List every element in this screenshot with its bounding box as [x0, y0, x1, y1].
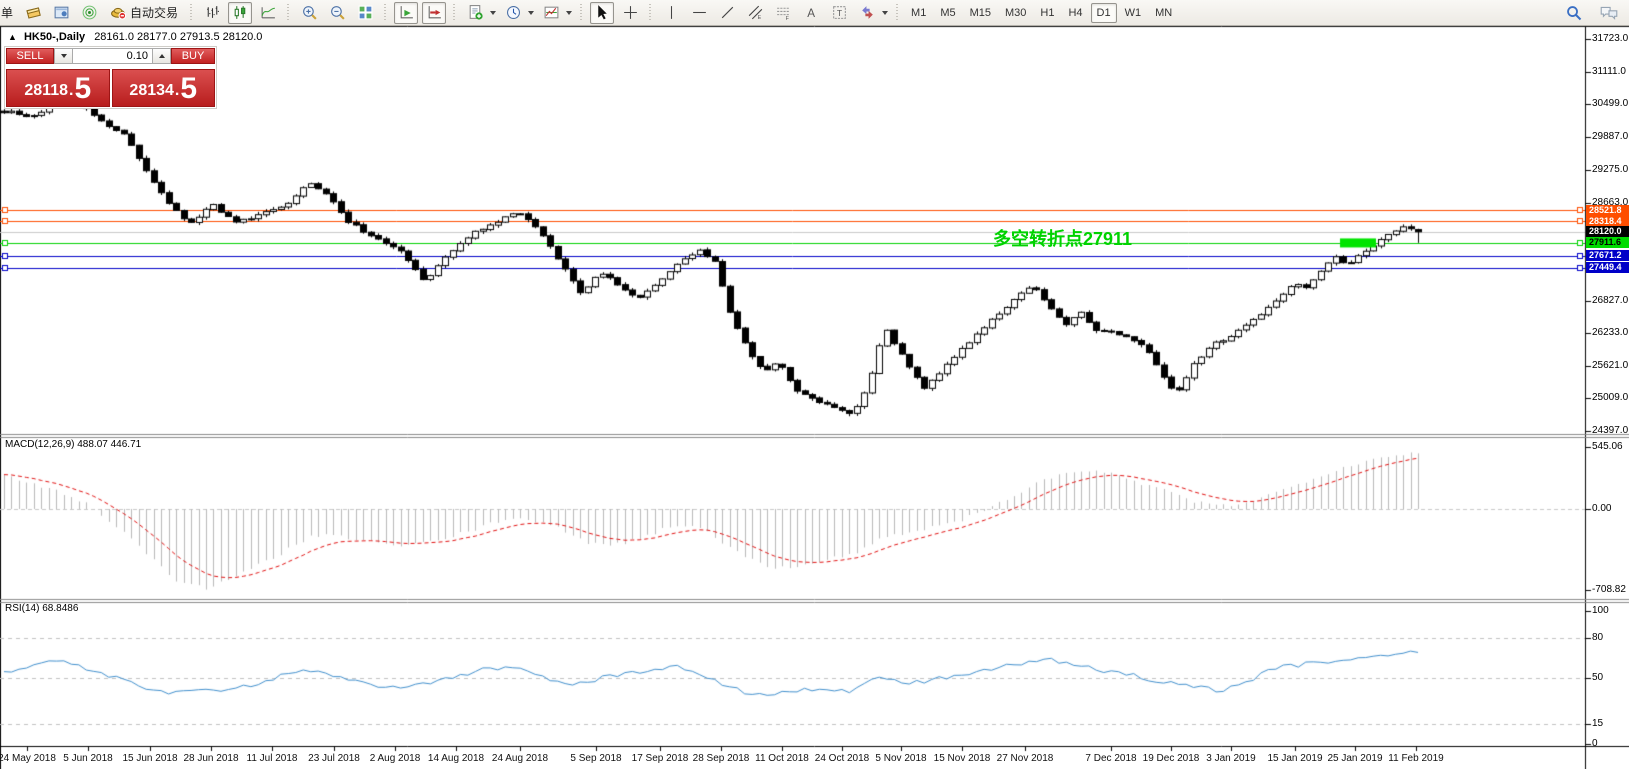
toolbar: 单 自动交易 E F A T M1 M5 M15 M30 H1 H4 D1 W1… — [0, 0, 1629, 26]
auto-scroll-icon[interactable] — [394, 1, 419, 24]
chevron-down-icon[interactable] — [528, 10, 535, 15]
navigator-icon[interactable] — [49, 2, 73, 24]
svg-text:F: F — [785, 16, 789, 21]
chart-ohlc-title: ▲ HK50-,Daily 28161.0 28177.0 27913.5 28… — [8, 31, 262, 43]
triangle-down-icon — [60, 54, 67, 58]
timeframe-h4[interactable]: H4 — [1062, 3, 1088, 23]
autotrading-label: 自动交易 — [130, 6, 179, 20]
new-order-button[interactable]: 单 — [1, 4, 13, 21]
sell-button[interactable]: SELL — [6, 48, 54, 64]
text-label-icon[interactable]: T — [827, 2, 851, 24]
toolbar-grip[interactable] — [383, 3, 389, 22]
order-row: SELL BUY — [6, 48, 215, 64]
chart-shift-icon[interactable] — [422, 1, 447, 24]
toolbar-grip[interactable] — [452, 3, 458, 22]
chevron-down-icon[interactable] — [566, 10, 573, 15]
indicators-add-icon[interactable] — [463, 2, 487, 24]
one-click-trading-panel: SELL BUY 28118.5 28134.5 — [4, 46, 217, 109]
timeframe-w1[interactable]: W1 — [1119, 3, 1148, 23]
sell-price-main: 28118 — [24, 82, 68, 99]
svg-text:A: A — [807, 7, 815, 20]
mt4-window: 单 自动交易 E F A T M1 M5 M15 M30 H1 H4 D1 W1… — [0, 0, 1629, 769]
ohlc-values: 28161.0 28177.0 27913.5 28120.0 — [94, 31, 263, 43]
chart-canvas[interactable] — [0, 0, 1629, 769]
buy-button[interactable]: BUY — [171, 48, 215, 64]
timeframe-m15[interactable]: M15 — [964, 3, 997, 23]
triangle-up-icon — [158, 54, 165, 58]
toolbar-grip[interactable] — [189, 3, 195, 22]
cursor-icon[interactable] — [590, 1, 615, 24]
signals-icon[interactable] — [77, 2, 101, 24]
arrows-icon[interactable] — [855, 2, 879, 24]
zoom-out-icon[interactable] — [325, 2, 349, 24]
buy-price-frac: 5 — [180, 72, 198, 105]
chat-icon[interactable] — [1599, 4, 1619, 22]
periods-clock-icon[interactable] — [501, 2, 525, 24]
toolbar-grip[interactable] — [648, 3, 654, 22]
timeframe-m1[interactable]: M1 — [905, 3, 932, 23]
sell-price-frac: 5 — [74, 72, 92, 105]
candlestick-chart-icon[interactable] — [228, 1, 253, 24]
history-book-icon[interactable] — [21, 2, 45, 24]
autotrading-icon — [111, 7, 127, 20]
search-icon[interactable] — [1565, 4, 1583, 22]
lot-size-input[interactable] — [73, 48, 152, 64]
trendline-icon[interactable] — [715, 2, 739, 24]
chevron-down-icon[interactable] — [490, 10, 497, 15]
fibonacci-icon[interactable]: F — [771, 2, 795, 24]
buy-price-dot: . — [174, 82, 180, 99]
buy-price-main: 28134 — [129, 82, 174, 99]
toolbar-grip[interactable] — [286, 3, 292, 22]
line-chart-icon[interactable] — [256, 2, 280, 24]
svg-text:T: T — [836, 8, 841, 18]
toolbar-grip[interactable] — [895, 3, 901, 22]
horizontal-line-icon[interactable] — [687, 2, 711, 24]
zoom-in-icon[interactable] — [297, 2, 321, 24]
toolbar-right — [1565, 4, 1619, 22]
pivot-annotation: 多空转折点27911 — [993, 229, 1133, 249]
price-row: 28118. 5 28134. 5 — [6, 69, 215, 107]
timeframe-h1[interactable]: H1 — [1034, 3, 1060, 23]
timeframe-m5[interactable]: M5 — [934, 3, 961, 23]
timeframe-m30[interactable]: M30 — [999, 3, 1032, 23]
autotrading-button[interactable]: 自动交易 — [105, 2, 183, 24]
bar-chart-icon[interactable] — [200, 2, 224, 24]
text-icon[interactable]: A — [799, 2, 823, 24]
lot-decrease-button[interactable] — [54, 48, 73, 64]
templates-icon[interactable] — [539, 2, 563, 24]
svg-text:E: E — [757, 15, 761, 21]
timeframe-mn[interactable]: MN — [1149, 3, 1178, 23]
sell-price-dot: . — [68, 82, 74, 99]
timeframe-d1[interactable]: D1 — [1090, 2, 1117, 23]
macd-indicator-label: MACD(12,26,9) 488.07 446.71 — [5, 439, 142, 450]
vertical-line-icon[interactable] — [659, 2, 683, 24]
symbol-period-label: HK50-,Daily — [23, 31, 86, 43]
tile-windows-icon[interactable] — [353, 2, 377, 24]
collapse-panel-arrow[interactable]: ▲ — [8, 32, 17, 42]
timeframe-group: M1 M5 M15 M30 H1 H4 D1 W1 MN — [904, 2, 1179, 23]
sell-price-box[interactable]: 28118. 5 — [6, 69, 110, 107]
crosshair-icon[interactable] — [618, 2, 642, 24]
lot-increase-button[interactable] — [152, 48, 171, 64]
equidistant-channel-icon[interactable]: E — [743, 2, 767, 24]
rsi-indicator-label: RSI(14) 68.8486 — [5, 603, 79, 614]
chevron-down-icon[interactable] — [882, 10, 889, 15]
buy-price-box[interactable]: 28134. 5 — [111, 69, 215, 107]
toolbar-grip[interactable] — [579, 3, 585, 22]
